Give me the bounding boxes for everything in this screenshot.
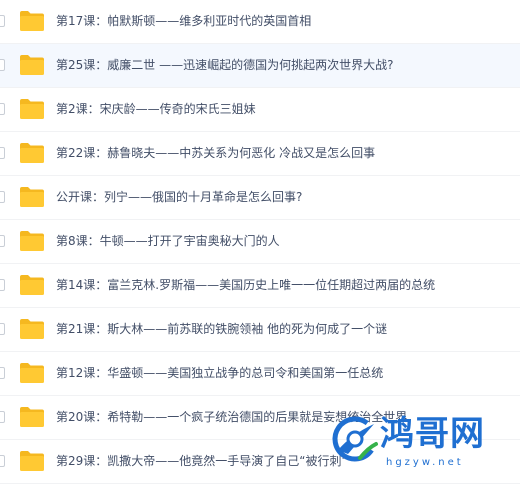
row-checkbox[interactable] bbox=[0, 455, 5, 467]
file-row[interactable]: 第21课：斯大林——前苏联的铁腕领袖 他的死为何成了一个谜 bbox=[0, 308, 520, 352]
watermark-logo-icon bbox=[330, 414, 380, 464]
file-row[interactable]: 第22课：赫鲁晓夫——中苏关系为何恶化 冷战又是怎么回事 bbox=[0, 132, 520, 176]
row-checkbox[interactable] bbox=[0, 147, 5, 159]
row-checkbox[interactable] bbox=[0, 191, 5, 203]
row-checkbox[interactable] bbox=[0, 103, 5, 115]
row-checkbox[interactable] bbox=[0, 59, 5, 71]
file-row[interactable]: 第17课：帕默斯顿——维多利亚时代的英国首相 bbox=[0, 0, 520, 44]
file-name[interactable]: 第2课：宋庆龄——传奇的宋氏三姐妹 bbox=[56, 101, 256, 117]
file-name[interactable]: 第29课：凯撒大帝——他竟然一手导演了自己“被行刺” bbox=[56, 453, 348, 469]
file-name[interactable]: 第22课：赫鲁晓夫——中苏关系为何恶化 冷战又是怎么回事 bbox=[56, 145, 375, 161]
file-name[interactable]: 第8课：牛顿——打开了宇宙奥秘大门的人 bbox=[56, 233, 280, 249]
folder-icon bbox=[19, 362, 45, 384]
file-row[interactable]: 第25课：威廉二世 ——迅速崛起的德国为何挑起两次世界大战? bbox=[0, 44, 520, 88]
folder-icon bbox=[19, 98, 45, 120]
folder-icon bbox=[19, 450, 45, 472]
file-name[interactable]: 第21课：斯大林——前苏联的铁腕领袖 他的死为何成了一个谜 bbox=[56, 321, 387, 337]
folder-icon bbox=[19, 406, 45, 428]
watermark-url: hgzyw.net bbox=[386, 457, 464, 468]
row-checkbox[interactable] bbox=[0, 411, 5, 423]
file-row[interactable]: 公开课：列宁——俄国的十月革命是怎么回事? bbox=[0, 176, 520, 220]
file-row[interactable]: 第14课：富兰克林.罗斯福——美国历史上唯一一位任期超过两届的总统 bbox=[0, 264, 520, 308]
row-checkbox[interactable] bbox=[0, 323, 5, 335]
file-row[interactable]: 第2课：宋庆龄——传奇的宋氏三姐妹 bbox=[0, 88, 520, 132]
row-checkbox[interactable] bbox=[0, 367, 5, 379]
file-name[interactable]: 第12课：华盛顿——美国独立战争的总司令和美国第一任总统 bbox=[56, 365, 383, 381]
folder-icon bbox=[19, 274, 45, 296]
folder-icon bbox=[19, 142, 45, 164]
file-name[interactable]: 第25课：威廉二世 ——迅速崛起的德国为何挑起两次世界大战? bbox=[56, 57, 393, 73]
folder-icon bbox=[19, 186, 45, 208]
file-row[interactable]: 第12课：华盛顿——美国独立战争的总司令和美国第一任总统 bbox=[0, 352, 520, 396]
watermark: 鸿哥网 hgzyw.net bbox=[330, 412, 520, 480]
file-name[interactable]: 第14课：富兰克林.罗斯福——美国历史上唯一一位任期超过两届的总统 bbox=[56, 277, 435, 293]
file-row[interactable]: 第8课：牛顿——打开了宇宙奥秘大门的人 bbox=[0, 220, 520, 264]
file-name[interactable]: 第17课：帕默斯顿——维多利亚时代的英国首相 bbox=[56, 13, 311, 29]
row-checkbox[interactable] bbox=[0, 279, 5, 291]
file-name[interactable]: 公开课：列宁——俄国的十月革命是怎么回事? bbox=[56, 189, 302, 205]
row-checkbox[interactable] bbox=[0, 235, 5, 247]
file-list: 第17课：帕默斯顿——维多利亚时代的英国首相 第25课：威廉二世 ——迅速崛起的… bbox=[0, 0, 520, 484]
folder-icon bbox=[19, 10, 45, 32]
watermark-title: 鸿哥网 bbox=[380, 414, 485, 454]
folder-icon bbox=[19, 54, 45, 76]
row-checkbox[interactable] bbox=[0, 15, 5, 27]
folder-icon bbox=[19, 230, 45, 252]
folder-icon bbox=[19, 318, 45, 340]
